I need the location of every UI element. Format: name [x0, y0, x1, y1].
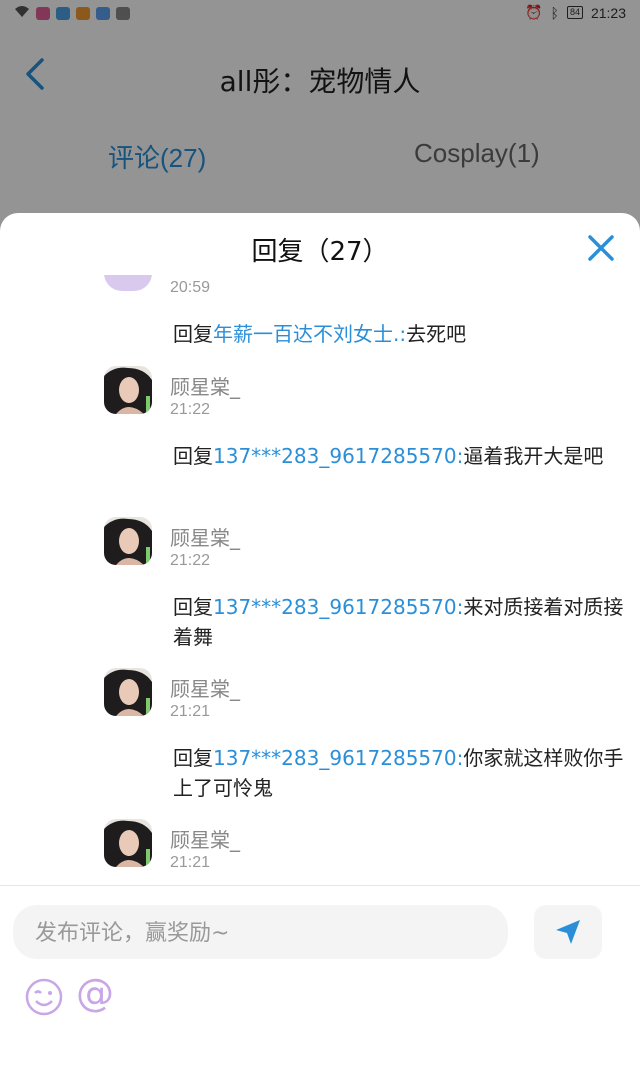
reply-text[interactable]: 回复137***283_9617285570:逼着我开大是吧	[173, 441, 628, 471]
send-icon	[556, 920, 580, 944]
comment-time: 20:59	[170, 279, 211, 296]
comment-time: 21:21	[170, 703, 211, 720]
comment-time: 21:22	[170, 401, 211, 418]
comment-time: 21:21	[170, 854, 211, 871]
comment-time: 21:22	[170, 552, 211, 569]
username[interactable]: 顾星棠_	[170, 371, 240, 400]
username[interactable]: 顾星棠_	[170, 522, 240, 551]
avatar[interactable]	[104, 517, 152, 565]
reply-content: 去死吧	[406, 322, 467, 346]
avatar[interactable]	[104, 668, 152, 716]
mention-button[interactable]: @	[76, 971, 114, 1015]
username[interactable]: 顾星棠_	[170, 824, 240, 853]
send-button[interactable]	[534, 905, 602, 959]
divider	[0, 885, 640, 886]
comment-input-box[interactable]	[13, 905, 508, 961]
reply-text[interactable]: 回复137***283_9617285570:你家就这样败你手上了可怜鬼	[173, 743, 628, 803]
close-icon[interactable]	[586, 233, 616, 263]
reply-target-user[interactable]: 137***283_9617285570:	[213, 746, 463, 770]
reply-prefix: 回复	[173, 746, 213, 770]
avatar[interactable]	[104, 275, 152, 291]
reply-list[interactable]: 20:59 回复年薪一百达不刘女士.:去死吧 顾星棠_ 21:22 回复137*…	[0, 275, 640, 885]
reply-sheet: 回复（27） 20:59 回复年薪一百达不刘女士.:去死吧 顾星棠_ 21:22…	[0, 213, 640, 1067]
reply-prefix: 回复	[173, 322, 213, 346]
reply-prefix: 回复	[173, 595, 213, 619]
avatar[interactable]	[104, 819, 152, 867]
reply-target-user[interactable]: 年薪一百达不刘女士.:	[213, 322, 406, 346]
username[interactable]: 顾星棠_	[170, 673, 240, 702]
avatar[interactable]	[104, 366, 152, 414]
reply-text[interactable]: 回复137***283_9617285570:来对质接着对质接着舞	[173, 592, 628, 652]
reply-target-user[interactable]: 137***283_9617285570:	[213, 595, 463, 619]
comment-input[interactable]	[33, 905, 477, 961]
reply-target-user[interactable]: 137***283_9617285570:	[213, 444, 463, 468]
emoji-icon[interactable]	[24, 977, 64, 1017]
reply-prefix: 回复	[173, 444, 213, 468]
reply-content: 逼着我开大是吧	[463, 444, 604, 468]
sheet-title: 回复（27）	[251, 237, 389, 267]
reply-text[interactable]: 回复年薪一百达不刘女士.:去死吧	[173, 319, 628, 349]
